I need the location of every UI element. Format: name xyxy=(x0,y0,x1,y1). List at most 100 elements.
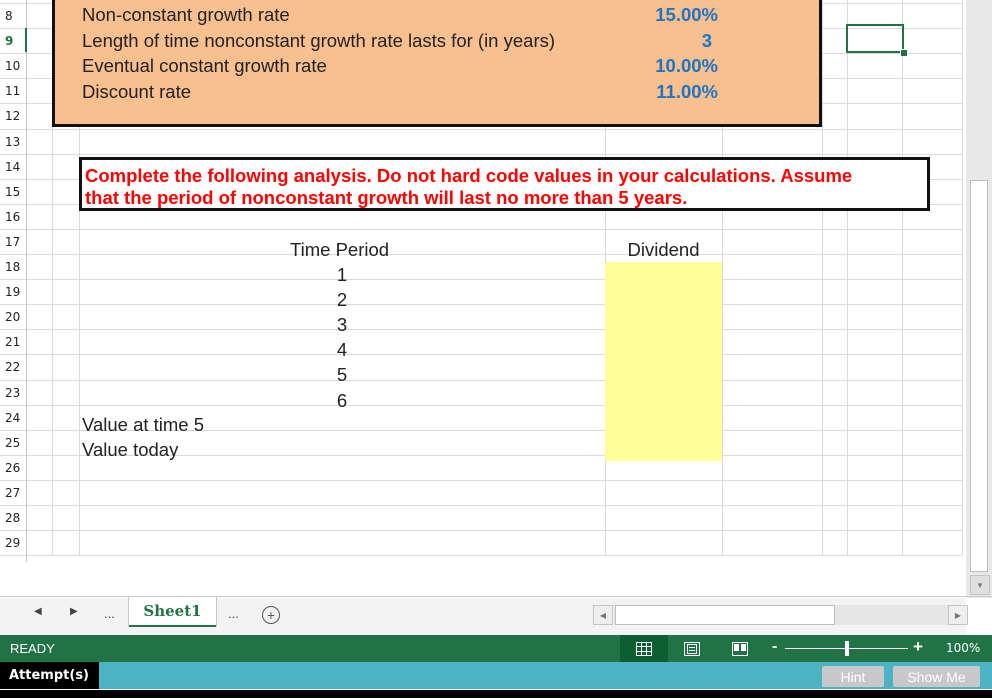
zoom-level[interactable]: 100% xyxy=(946,641,980,655)
column-gridline xyxy=(962,0,963,555)
header-time-period[interactable]: Time Period xyxy=(290,237,389,262)
header-dividend[interactable]: Dividend xyxy=(605,237,722,262)
row-gridline xyxy=(0,329,962,330)
hint-button[interactable]: Hint xyxy=(822,666,884,687)
horizontal-scroll-thumb[interactable] xyxy=(615,605,835,625)
input-value-constant-growth[interactable]: 10.00% xyxy=(605,53,718,78)
row-header[interactable]: 23 xyxy=(0,380,27,405)
time-period-cell[interactable]: 5 xyxy=(322,362,362,387)
row-gridline xyxy=(0,254,962,255)
page-layout-icon xyxy=(684,641,700,656)
zoom-in-button[interactable]: + xyxy=(913,637,923,657)
row-gridline xyxy=(0,279,962,280)
row-header[interactable]: 22 xyxy=(0,354,27,379)
time-period-cell[interactable]: 6 xyxy=(322,388,362,413)
scroll-left-arrow-icon[interactable]: ◀ xyxy=(593,605,613,625)
row-header[interactable]: 27 xyxy=(0,480,27,505)
add-sheet-icon[interactable]: + xyxy=(262,606,280,624)
row-header[interactable]: 14 xyxy=(0,154,27,179)
status-bar: READY - + 100% xyxy=(0,635,992,662)
row-gridline xyxy=(0,505,962,506)
more-sheets-right[interactable]: ... xyxy=(228,606,239,621)
row-header[interactable]: 16 xyxy=(0,204,27,229)
row-header[interactable]: 10 xyxy=(0,53,27,78)
more-sheets-left[interactable]: ... xyxy=(104,606,115,621)
instruction-box[interactable]: Complete the following analysis. Do not … xyxy=(79,157,930,211)
row-header[interactable]: 12 xyxy=(0,103,27,128)
scroll-down-arrow-icon[interactable]: ▼ xyxy=(970,575,990,595)
row-gridline xyxy=(0,480,962,481)
input-label-length[interactable]: Length of time nonconstant growth rate l… xyxy=(82,28,555,53)
row-header[interactable]: 8 xyxy=(0,3,27,28)
page-break-icon xyxy=(732,641,748,656)
row-header[interactable]: 28 xyxy=(0,505,27,530)
status-text: READY xyxy=(10,641,55,656)
show-me-button[interactable]: Show Me xyxy=(893,666,980,687)
input-value-length[interactable]: 3 xyxy=(605,28,712,53)
row-header[interactable]: 20 xyxy=(0,304,27,329)
row-header[interactable]: 25 xyxy=(0,430,27,455)
label-value-at-time-5[interactable]: Value at time 5 xyxy=(82,412,204,437)
next-sheet-icon[interactable]: ▶ xyxy=(70,606,78,617)
row-gridline xyxy=(0,304,962,305)
row-header[interactable]: 29 xyxy=(0,530,27,555)
time-period-cell[interactable]: 3 xyxy=(322,312,362,337)
worksheet-grid[interactable]: 8 9 10 11 12 13 14 15 16 17 18 19 20 21 22 23 24 25 26 27 28… xyxy=(0,0,966,572)
row-header[interactable]: 9 xyxy=(0,28,27,53)
column-gridline xyxy=(902,0,903,555)
horizontal-scrollbar[interactable]: ◀ ▶ xyxy=(593,603,968,625)
row-header[interactable]: 24 xyxy=(0,405,27,430)
prev-sheet-icon[interactable]: ◀ xyxy=(34,606,42,617)
tab-sheet1-label: Sheet1 xyxy=(143,602,202,620)
input-label-discount-rate[interactable]: Discount rate xyxy=(82,79,191,104)
row-header[interactable]: 19 xyxy=(0,279,27,304)
row-header[interactable]: 11 xyxy=(0,78,27,103)
assignment-bar: Attempt(s) Hint Show Me xyxy=(0,662,992,689)
row-header-border xyxy=(26,0,27,562)
row-gridline xyxy=(0,555,962,556)
fill-handle[interactable] xyxy=(900,49,908,57)
instruction-line-1: Complete the following analysis. Do not … xyxy=(85,165,853,186)
zoom-out-button[interactable]: - xyxy=(772,638,777,656)
vertical-scrollbar[interactable]: ▼ xyxy=(966,0,992,598)
row-header[interactable]: 13 xyxy=(0,129,27,154)
label-value-today[interactable]: Value today xyxy=(82,437,178,462)
scroll-right-arrow-icon[interactable]: ▶ xyxy=(948,605,968,625)
instruction-text: Complete the following analysis. Do not … xyxy=(85,165,852,209)
column-gridline xyxy=(822,0,823,555)
row-gridline xyxy=(0,129,962,130)
input-label-growth-rate[interactable]: Non-constant growth rate xyxy=(82,2,290,27)
time-period-cell[interactable]: 4 xyxy=(322,337,362,362)
row-header[interactable]: 26 xyxy=(0,455,27,480)
row-gridline xyxy=(0,229,962,230)
row-gridline xyxy=(0,380,962,381)
row-gridline xyxy=(0,405,962,406)
grid-view-icon xyxy=(636,641,652,656)
input-label-constant-growth[interactable]: Eventual constant growth rate xyxy=(82,53,327,78)
row-gridline xyxy=(0,530,962,531)
input-value-discount-rate[interactable]: 11.00% xyxy=(605,79,718,104)
bottom-frame xyxy=(0,690,992,698)
time-period-cell[interactable]: 2 xyxy=(322,287,362,312)
zoom-slider-handle[interactable] xyxy=(844,641,849,656)
row-gridline xyxy=(0,154,962,155)
input-value-growth-rate[interactable]: 15.00% xyxy=(605,2,718,27)
row-header[interactable]: 15 xyxy=(0,179,27,204)
selected-row-indicator xyxy=(25,28,27,52)
active-tab-underline xyxy=(129,625,216,627)
row-header[interactable]: 18 xyxy=(0,254,27,279)
normal-view-button[interactable] xyxy=(620,635,668,662)
instruction-line-2: that the period of nonconstant growth wi… xyxy=(85,187,688,208)
page-layout-view-button[interactable] xyxy=(668,635,716,662)
tab-sheet1[interactable]: Sheet1 xyxy=(128,597,217,627)
page-break-view-button[interactable] xyxy=(716,635,764,662)
dividend-answer-cells[interactable] xyxy=(605,262,722,461)
time-period-cell[interactable]: 1 xyxy=(322,262,362,287)
row-header[interactable]: 17 xyxy=(0,229,27,254)
column-gridline xyxy=(847,0,848,555)
row-gridline xyxy=(0,354,962,355)
vertical-scroll-thumb[interactable] xyxy=(970,180,988,572)
row-header[interactable]: 21 xyxy=(0,329,27,354)
active-cell-selection[interactable] xyxy=(846,24,904,53)
attempts-label: Attempt(s) xyxy=(0,662,99,689)
